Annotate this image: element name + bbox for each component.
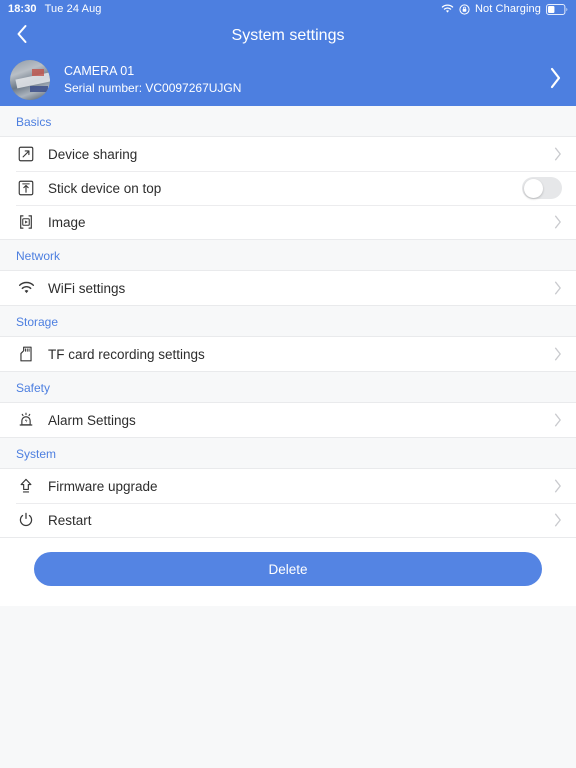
row-chevron[interactable] [554,281,562,295]
status-bar-date: Tue 24 Aug [44,3,102,15]
device-name: CAMERA 01 [64,64,135,79]
row-stick-device-on-top[interactable]: Stick device on top [0,171,576,205]
row-chevron[interactable] [554,147,562,161]
power-icon [16,510,36,530]
section-header-network: Network [0,240,576,271]
navigation-bar: System settings [0,18,576,54]
delete-button[interactable]: Delete [34,552,542,586]
row-chevron[interactable] [554,413,562,427]
wifi-icon [441,4,454,14]
row-label: Stick device on top [48,180,162,196]
sd-card-icon [16,344,36,364]
device-card[interactable]: CAMERA 01 Serial number: VC0097267UJGN [0,54,576,106]
toggle-switch-off[interactable] [522,177,562,199]
section-list-safety: Alarm Settings [0,403,576,438]
wifi-icon [16,278,36,298]
app-screen: 18:30 Tue 24 Aug Not Charging System set… [0,0,576,768]
device-serial: Serial number: VC0097267UJGN [64,81,242,96]
delete-section: Delete [0,538,576,606]
status-bar: 18:30 Tue 24 Aug Not Charging [0,0,576,18]
row-chevron[interactable] [554,347,562,361]
row-chevron[interactable] [554,513,562,527]
back-button[interactable] [0,18,44,54]
section-header-safety: Safety [0,372,576,403]
settings-body: Basics Device sharing Stick device on to… [0,106,576,768]
charging-status-text: Not Charging [474,3,541,15]
row-alarm-settings[interactable]: Alarm Settings [0,403,576,437]
row-label: Firmware upgrade [48,478,158,494]
battery-icon [546,3,568,15]
row-restart[interactable]: Restart [0,503,576,537]
row-firmware-upgrade[interactable]: Firmware upgrade [0,469,576,503]
section-header-storage: Storage [0,306,576,337]
row-wifi-settings[interactable]: WiFi settings [0,271,576,305]
row-chevron[interactable] [554,479,562,493]
share-square-icon [16,144,36,164]
camera-thumbnail [10,60,50,100]
toggle-knob [523,178,543,198]
row-image[interactable]: Image [0,205,576,239]
status-bar-time: 18:30 [8,3,37,15]
section-list-system: Firmware upgrade Restart [0,469,576,538]
upload-arrow-icon [16,476,36,496]
row-label: Device sharing [48,146,138,162]
row-label: Alarm Settings [48,412,136,428]
alarm-siren-icon [16,410,36,430]
image-play-icon [16,212,36,232]
section-list-basics: Device sharing Stick device on top Image [0,137,576,240]
chevron-left-icon [16,24,28,49]
row-chevron[interactable] [554,215,562,229]
orientation-lock-icon [459,3,470,15]
row-tf-card-recording-settings[interactable]: TF card recording settings [0,337,576,371]
section-list-storage: TF card recording settings [0,337,576,372]
row-label: Restart [48,512,92,528]
page-title: System settings [231,27,345,44]
chevron-right-icon [549,67,562,93]
bottom-filler [0,606,576,768]
device-detail-chevron[interactable] [549,67,562,94]
device-info: CAMERA 01 Serial number: VC0097267UJGN [64,63,241,96]
row-device-sharing[interactable]: Device sharing [0,137,576,171]
section-header-basics: Basics [0,106,576,137]
section-header-system: System [0,438,576,469]
row-label: TF card recording settings [48,346,205,362]
stick-device-toggle[interactable] [522,177,562,199]
pin-top-icon [16,178,36,198]
status-bar-right-group: Not Charging [441,3,568,15]
row-label: WiFi settings [48,280,126,296]
section-list-network: WiFi settings [0,271,576,306]
row-label: Image [48,214,86,230]
